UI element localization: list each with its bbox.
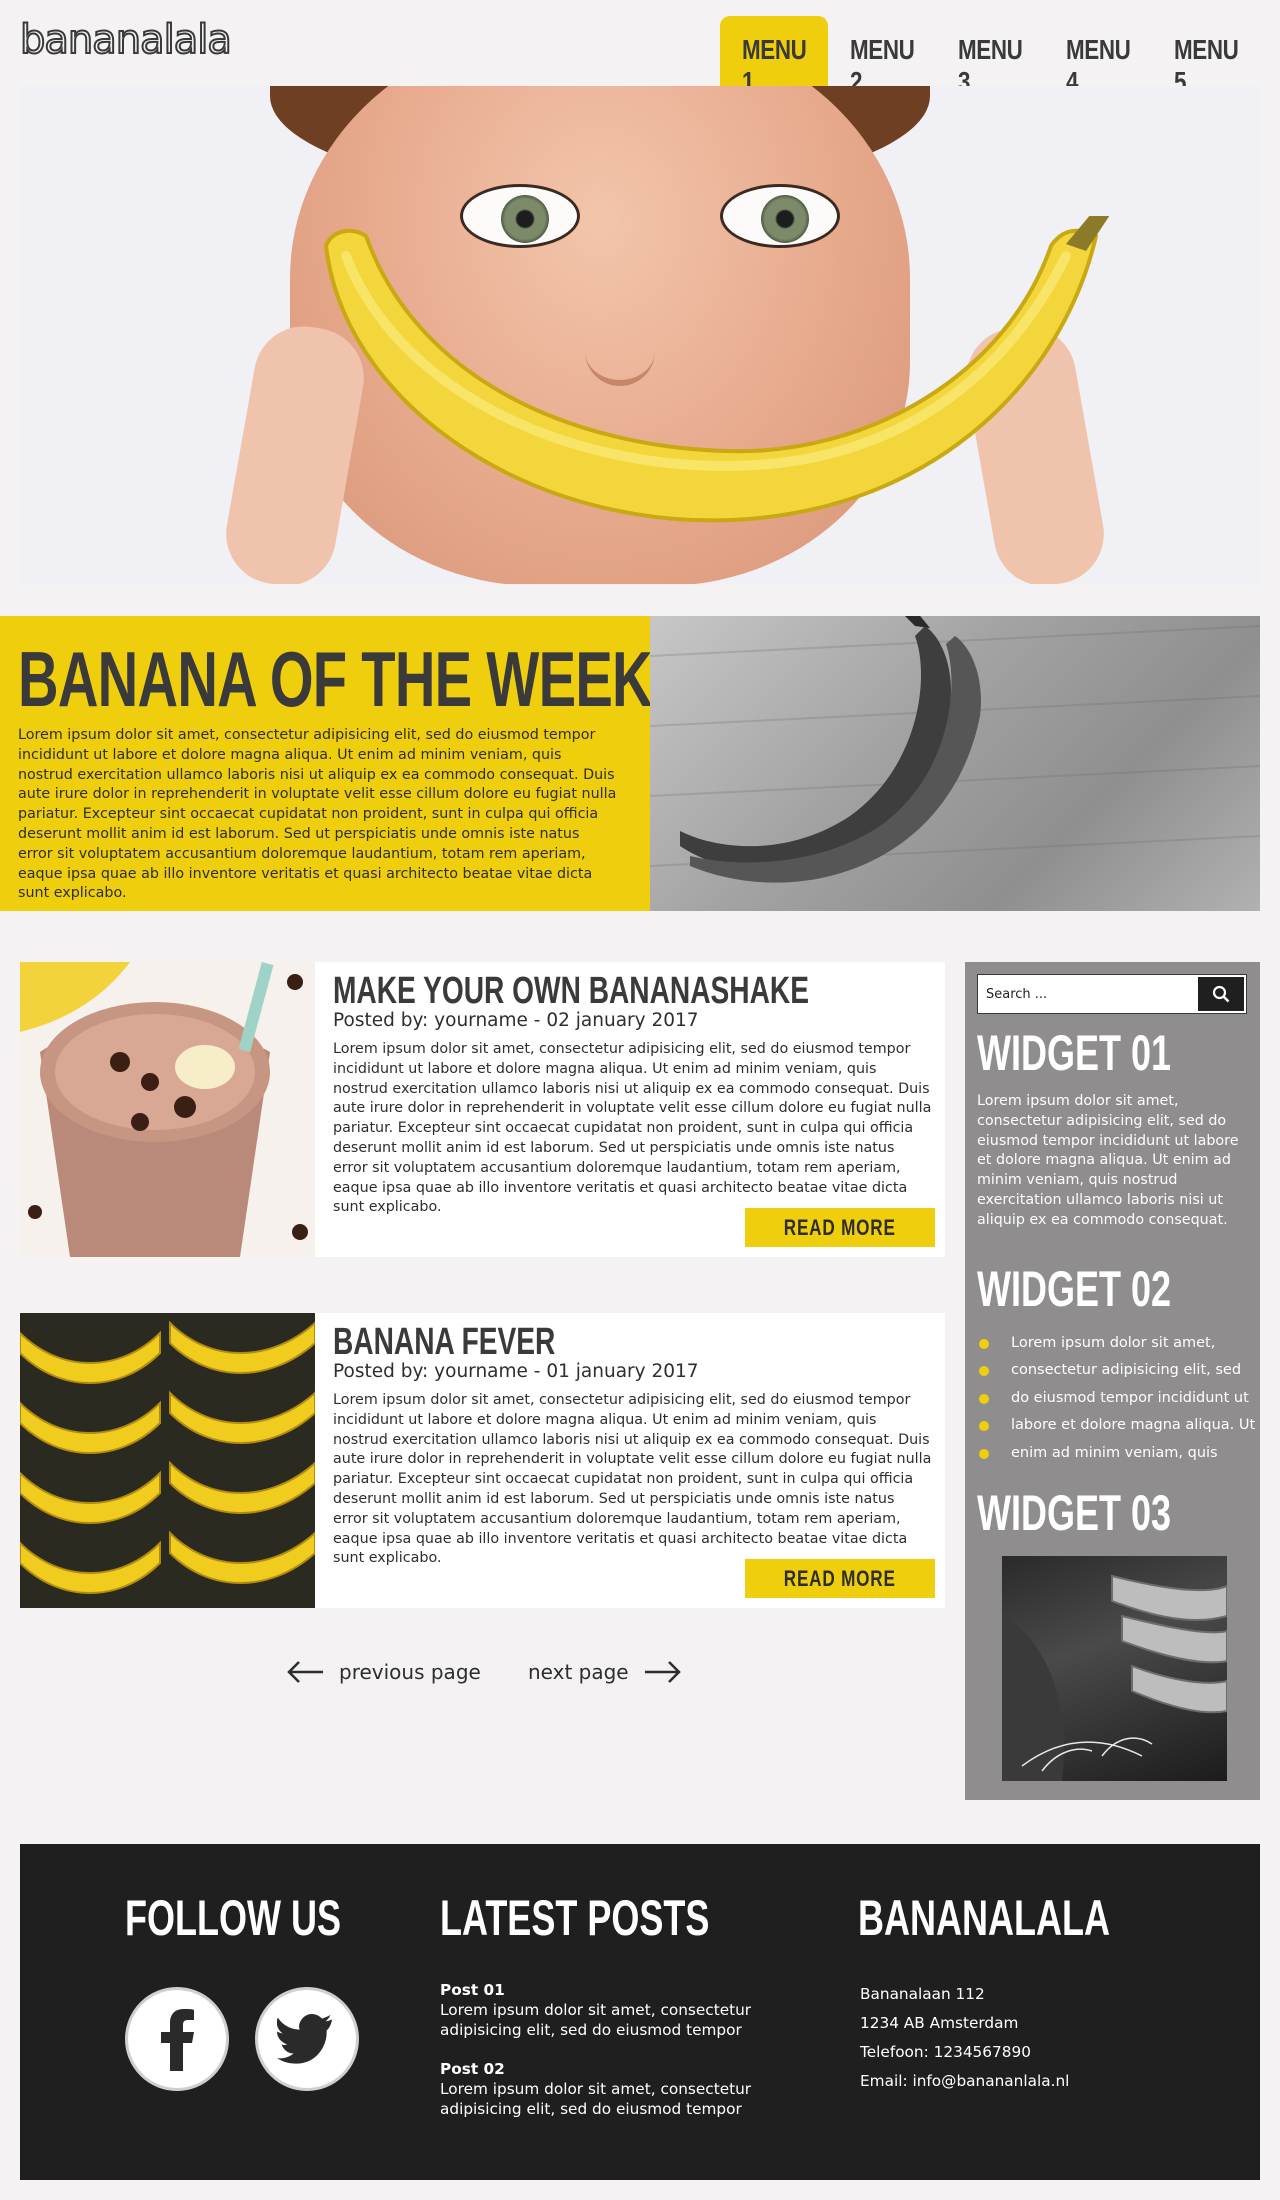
search-box [977,974,1247,1014]
menu-item-label: MENU 5 [1173,34,1239,97]
brand-title: BANANALALA [858,1890,1110,1946]
footer-post-text: Lorem ipsum dolor sit amet, consectetur … [440,2001,752,2039]
contact-email[interactable]: Email: info@banananlala.nl [860,2067,1069,2096]
footer-post-title[interactable]: Post 01 [440,1980,760,2000]
site-logo[interactable]: bananalala [19,19,233,61]
post-image-bananashake[interactable] [20,962,315,1257]
widget-03-title: WIDGET 03 [977,1485,1172,1541]
footer-post-text: Lorem ipsum dolor sit amet, consectetur … [440,2080,752,2118]
widget-02-title: WIDGET 02 [977,1261,1172,1317]
post-meta: Posted by: yourname - 01 january 2017 [333,1361,699,1382]
search-input[interactable] [986,983,1186,1005]
contact-address: Bananalaan 112 [860,1985,985,2003]
facebook-icon [161,2009,194,2071]
search-icon [1212,985,1230,1003]
twitter-icon [277,2014,333,2064]
read-more-label: READ MORE [784,1565,896,1591]
sidebar: WIDGET 01 Lorem ipsum dolor sit amet, co… [965,962,1260,1800]
contact-info: Bananalaan 112 1234 AB Amsterdam Telefoo… [860,1980,1069,2096]
featured-title: BANANA OF THE WEEK [18,635,653,723]
footer-post: Post 01 Lorem ipsum dolor sit amet, cons… [440,1980,760,2040]
facebook-button[interactable] [125,1987,229,2091]
post-card: MAKE YOUR OWN BANANASHAKE Posted by: you… [20,962,945,1257]
read-more-label: READ MORE [784,1214,896,1240]
menu-item-4[interactable]: MENU 4 [1044,16,1152,97]
hero-image [20,86,1260,584]
hero-banana [323,216,1110,523]
read-more-button[interactable]: READ MORE [745,1208,935,1247]
widget-01-text: Lorem ipsum dolor sit amet, consectetur … [977,1093,1239,1228]
menu-item-label: MENU 4 [1065,34,1131,97]
post-card: BANANA FEVER Posted by: yourname - 01 ja… [20,1313,945,1608]
list-item[interactable]: do eiusmod tempor incididunt ut [977,1385,1255,1412]
featured-image [650,616,1260,911]
menu-item-label: MENU 1 [741,34,807,97]
post-image-banana-fever[interactable] [20,1313,315,1608]
read-more-button[interactable]: READ MORE [745,1559,935,1598]
menu-item-2[interactable]: MENU 2 [828,16,936,97]
list-item[interactable]: enim ad minim veniam, quis [977,1440,1255,1467]
footer-post: Post 02 Lorem ipsum dolor sit amet, cons… [440,2059,760,2119]
arrow-left-icon [287,1661,323,1683]
menu-item-label: MENU 2 [849,34,915,97]
menu-item-1[interactable]: MENU 1 [720,16,828,97]
next-page-link[interactable]: next page [528,1660,683,1684]
search-button[interactable] [1198,977,1244,1011]
footer: FOLLOW US LATEST POSTS Post 01 Lorem ips… [20,1844,1260,2180]
post-title[interactable]: BANANA FEVER [333,1321,555,1364]
widget-02-list: Lorem ipsum dolor sit amet, consectetur … [977,1330,1255,1467]
previous-page-label: previous page [339,1660,481,1684]
widget-03-image [1002,1556,1227,1781]
follow-us-title: FOLLOW US [125,1890,341,1946]
footer-post-title[interactable]: Post 02 [440,2059,760,2079]
featured-text: Lorem ipsum dolor sit amet, consectetur … [18,727,617,902]
list-item[interactable]: labore et dolore magna aliqua. Ut [977,1412,1255,1439]
contact-city: 1234 AB Amsterdam [860,2014,1019,2032]
post-excerpt: Lorem ipsum dolor sit amet, consectetur … [333,1392,932,1567]
featured-banana: BANANA OF THE WEEK Lorem ipsum dolor sit… [0,616,653,911]
widget-01-title: WIDGET 01 [977,1025,1172,1081]
menu-item-label: MENU 3 [957,34,1023,97]
next-page-label: next page [528,1660,629,1684]
list-item[interactable]: Lorem ipsum dolor sit amet, [977,1330,1255,1357]
menu-item-5[interactable]: MENU 5 [1152,16,1260,97]
latest-posts-title: LATEST POSTS [440,1890,710,1946]
twitter-button[interactable] [255,1987,359,2091]
post-title[interactable]: MAKE YOUR OWN BANANASHAKE [333,970,809,1013]
arrow-right-icon [644,1661,681,1683]
contact-phone: Telefoon: 1234567890 [860,2043,1031,2061]
main-menu: MENU 1 MENU 2 MENU 3 MENU 4 MENU 5 [720,16,1260,97]
previous-page-link[interactable]: previous page [285,1660,481,1684]
menu-item-3[interactable]: MENU 3 [936,16,1044,97]
post-meta: Posted by: yourname - 02 january 2017 [333,1010,699,1031]
list-item[interactable]: consectetur adipisicing elit, sed [977,1357,1255,1384]
post-excerpt: Lorem ipsum dolor sit amet, consectetur … [333,1041,932,1216]
